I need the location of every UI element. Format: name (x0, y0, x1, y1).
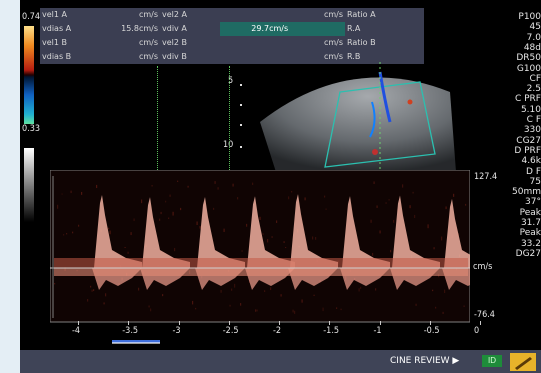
measurement-cell: vel2 B (160, 36, 220, 50)
measurement-cell: vel1 A (40, 8, 99, 22)
time-tick-label: -0.5 (424, 326, 440, 336)
measurement-cell: cm/s (290, 36, 345, 50)
measurement-cell: vel2 A (160, 8, 220, 22)
parameter-line: Peak (520, 228, 541, 238)
measurement-cell: vdias A (40, 22, 99, 36)
cine-review-label[interactable]: CINE REVIEW ▶ (390, 356, 459, 366)
parameter-line: C PRF (515, 94, 541, 104)
parameter-line: 75 (530, 177, 541, 187)
time-tick-mark (430, 321, 431, 325)
color-scale-top-label: 0.74 (22, 12, 40, 22)
time-tick-mark (128, 321, 129, 325)
time-tick-mark (279, 321, 280, 325)
parameter-line: 31.7 (521, 218, 541, 228)
measurement-row[interactable]: vel1 Bcm/s vel2 Bcm/s Ratio B (40, 36, 424, 50)
parameter-line: 45 (530, 22, 541, 32)
parameter-line: 37° (525, 197, 541, 207)
parameter-line: D F (526, 167, 541, 177)
measurement-row[interactable]: vel1 Acm/s vel2 Acm/s Ratio A (40, 8, 424, 22)
depth-tick (240, 146, 242, 148)
time-tick-mark (329, 321, 330, 325)
parameter-line: D PRF (514, 146, 541, 156)
time-tick-label: -4 (72, 326, 80, 336)
color-velocity-bar (24, 26, 34, 124)
measurement-cell: vdiv B (160, 50, 220, 64)
measurement-cell: R.A (345, 22, 424, 36)
parameter-line: 5.10 (521, 105, 541, 115)
measurement-cell (290, 22, 345, 36)
parameter-line: 50mm (512, 187, 541, 197)
parameter-line: DG27 (516, 249, 541, 259)
parameter-line: 48d (524, 43, 541, 53)
color-scale-bottom-label: 0.33 (22, 124, 40, 134)
time-tick-label: -1.5 (323, 326, 339, 336)
measurement-table: vel1 Acm/s vel2 Acm/s Ratio Avdias A 15.8cm… (40, 8, 424, 64)
parameter-line: 4.6k (521, 156, 541, 166)
time-tick-label: 0 (474, 326, 479, 336)
measurement-cell: vdiv A (160, 22, 220, 36)
time-tick-mark (179, 321, 180, 325)
time-tick-mark (229, 321, 230, 325)
velocity-scale-top: 127.4 (474, 172, 497, 182)
gray-scale-bar (24, 148, 34, 222)
measurement-cell: cm/s (99, 50, 160, 64)
parameter-line: 33.2 (521, 239, 541, 249)
bmode-sector-image (220, 62, 490, 172)
time-tick-label: -2 (273, 326, 281, 336)
measurement-cell (220, 8, 290, 22)
measurement-cell: vdias B (40, 50, 99, 64)
parameter-line: 7.0 (527, 33, 541, 43)
parameter-line: C F (527, 115, 541, 125)
measurement-cell: vel1 B (40, 36, 99, 50)
parameter-line: CG27 (516, 136, 541, 146)
velocity-scale-bottom: -76.4 (474, 310, 495, 320)
measurement-cell: 29.7cm/s (220, 22, 290, 36)
time-tick-mark (78, 321, 79, 325)
cine-status-badge: ID (482, 355, 502, 367)
ultrasound-screen: vel1 Acm/s vel2 Acm/s Ratio Avdias A 15.8cm… (20, 0, 541, 373)
parameter-line: G100 (517, 64, 541, 74)
time-tick-label: -3 (173, 326, 181, 336)
parameter-line: P100 (518, 12, 541, 22)
measurement-cell: cm/s (290, 8, 345, 22)
time-tick-label: -1 (374, 326, 382, 336)
depth-tick (240, 104, 242, 106)
time-tick-label: -3.5 (122, 326, 138, 336)
spectral-doppler-display (50, 170, 470, 330)
time-tick-mark (480, 321, 481, 325)
measurement-cell: cm/s (99, 36, 160, 50)
measurement-cell: Ratio A (345, 8, 424, 22)
parameter-line: DR50 (516, 53, 541, 63)
time-tick-mark (380, 321, 381, 325)
status-bar: CINE REVIEW ▶ ID (20, 350, 541, 373)
measurement-cell: Ratio B (345, 36, 424, 50)
parameter-line: Peak (520, 208, 541, 218)
parameter-line: 2.5 (527, 84, 541, 94)
measurement-cell (220, 36, 290, 50)
measurement-cell: cm/s (99, 8, 160, 22)
measurement-cell: 15.8cm/s (99, 22, 160, 36)
parameter-line: CF (530, 74, 541, 84)
depth-tick (240, 84, 242, 86)
pen-icon[interactable] (510, 353, 536, 371)
measurement-row[interactable]: vdias A 15.8cm/s vdiv A 29.7cm/s R.A (40, 22, 424, 36)
time-tick-label: -2.5 (223, 326, 239, 336)
cine-progress-track (112, 342, 160, 344)
depth-tick (240, 124, 242, 126)
parameter-line: 330 (524, 125, 541, 135)
velocity-unit: cm/s (473, 262, 492, 272)
